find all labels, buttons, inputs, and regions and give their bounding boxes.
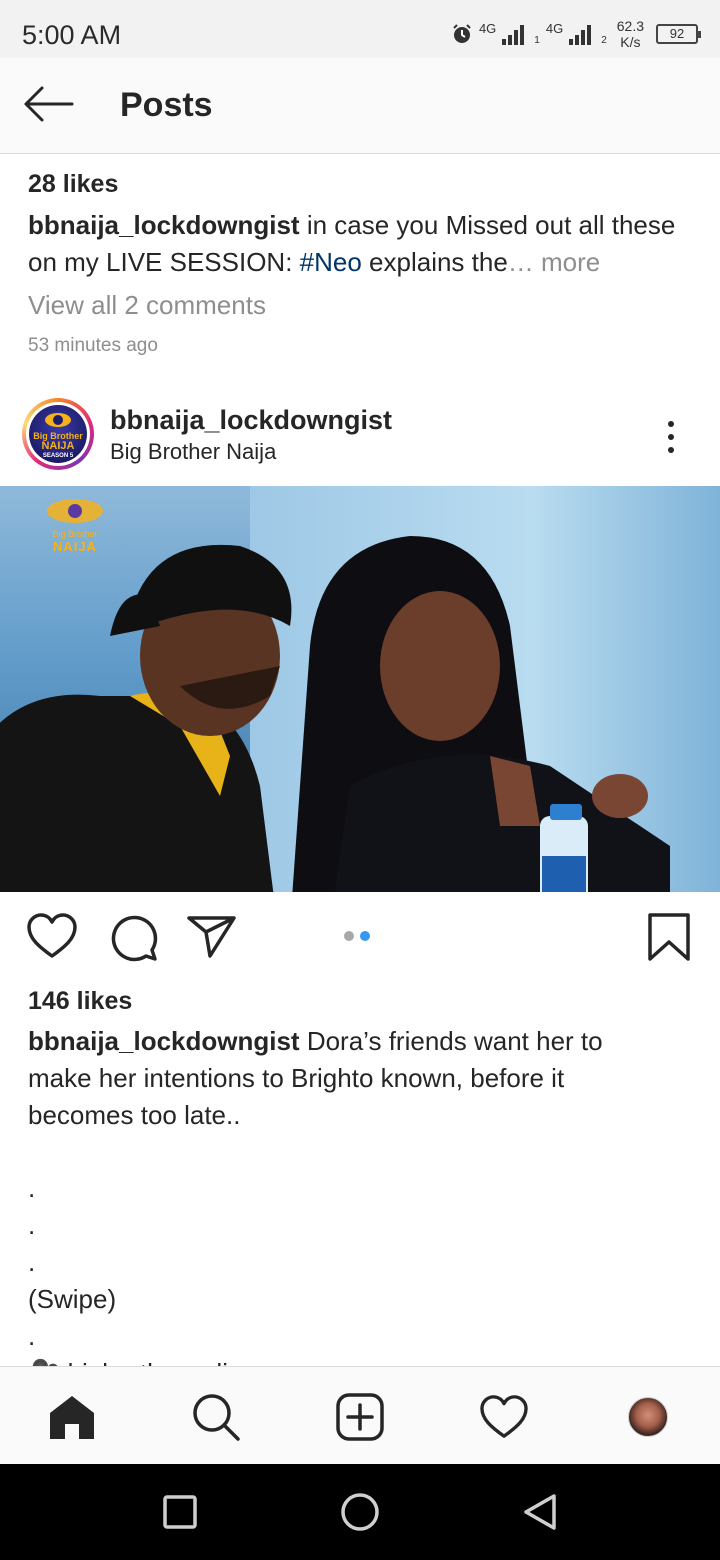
post-image[interactable]: Big Brother NAIJA xyxy=(0,486,720,892)
share-button[interactable] xyxy=(186,912,238,965)
nav-add-post[interactable] xyxy=(332,1389,388,1445)
caption-text: explains the xyxy=(361,247,508,277)
more-options-button[interactable] xyxy=(656,417,686,457)
carousel-indicator xyxy=(344,931,370,941)
more-vertical-icon xyxy=(668,434,674,440)
network-speed: 62.3 K/s xyxy=(617,18,644,50)
page-title: Posts xyxy=(120,86,213,124)
home-icon xyxy=(50,1396,94,1439)
square-icon xyxy=(163,1495,197,1529)
signal-icon xyxy=(569,25,592,45)
top-header: Posts xyxy=(0,58,720,154)
avatar-logo-text: Big Brother NAIJA SEASON 5 xyxy=(29,431,87,461)
network-speed-value: 62.3 xyxy=(616,18,644,34)
profile-avatar xyxy=(628,1397,668,1437)
photo-person-man xyxy=(0,544,292,892)
signal-icon xyxy=(502,25,525,45)
more-vertical-icon xyxy=(668,447,674,453)
eye-logo-icon xyxy=(45,413,71,427)
network-type-1: 4G xyxy=(478,20,497,36)
add-post-icon xyxy=(336,1393,384,1441)
post-caption: bbnaija_lockdowngist Dora’s friends want… xyxy=(28,1023,688,1134)
carousel-dot xyxy=(344,931,354,941)
nav-activity[interactable] xyxy=(476,1389,532,1445)
nav-home[interactable] xyxy=(44,1389,100,1445)
comment-icon xyxy=(111,915,158,962)
alarm-icon xyxy=(453,24,471,43)
send-icon xyxy=(187,916,236,958)
bottom-navigation xyxy=(0,1366,720,1464)
heart-icon xyxy=(27,913,77,958)
caption-more-link[interactable]: … more xyxy=(508,247,600,277)
avatar-image: Big Brother NAIJA SEASON 5 xyxy=(29,405,87,463)
caption-text: . xyxy=(28,1321,36,1351)
triangle-back-icon xyxy=(524,1494,556,1530)
home-system-button[interactable] xyxy=(338,1490,382,1534)
eye-logo-icon xyxy=(47,499,103,523)
avatar-logo-line: SEASON 5 xyxy=(42,453,74,459)
caption-text: . xyxy=(28,1247,36,1277)
like-button[interactable] xyxy=(26,912,78,965)
previous-post-caption: bbnaija_lockdowngist in case you Missed … xyxy=(28,207,698,281)
network-type-2: 4G xyxy=(545,20,564,36)
recent-apps-button[interactable] xyxy=(158,1490,202,1534)
heart-icon xyxy=(480,1395,528,1438)
caption-text: . xyxy=(28,1173,36,1203)
status-time: 5:00 AM xyxy=(22,20,122,50)
caption-text: (Swipe) xyxy=(28,1284,117,1314)
caption-text: make her intentions to Brighto known, be… xyxy=(28,1063,565,1093)
caption-text: Dora’s friends want her to xyxy=(299,1026,603,1056)
comment-button[interactable] xyxy=(108,912,158,967)
circle-icon xyxy=(341,1493,379,1531)
caption-continued: . . . (Swipe) . 🎥:bigbrotherradio xyxy=(28,1170,688,1392)
arrow-left-icon xyxy=(24,86,74,122)
post-actions xyxy=(0,900,720,972)
sim-1-label: 1 xyxy=(534,34,540,46)
nav-search[interactable] xyxy=(188,1389,244,1445)
sim-2-label: 2 xyxy=(601,34,607,46)
status-indicators: 4G 1 4G 2 62.3 K/s 92 xyxy=(451,14,701,54)
post-location[interactable]: Big Brother Naija xyxy=(110,439,276,465)
carousel-dot-active xyxy=(360,931,370,941)
caption-text: . xyxy=(28,1210,36,1240)
post-username[interactable]: bbnaija_lockdowngist xyxy=(110,405,392,436)
watermark-logo: Big Brother NAIJA xyxy=(40,496,110,556)
battery-indicator: 92 xyxy=(656,24,701,44)
post-timestamp: 53 minutes ago xyxy=(28,335,158,356)
watermark-text: NAIJA xyxy=(52,539,97,554)
watermark-text: Big Brother xyxy=(52,529,98,539)
search-icon xyxy=(193,1394,240,1441)
caption-username[interactable]: bbnaija_lockdowngist xyxy=(28,1026,300,1056)
post-likes[interactable]: 146 likes xyxy=(28,987,132,1016)
avatar-logo-line: NAIJA xyxy=(41,440,75,452)
caption-hashtag[interactable]: #Neo xyxy=(300,247,362,277)
network-speed-unit: K/s xyxy=(620,34,641,50)
post-header: Big Brother NAIJA SEASON 5 bbnaija_lockd… xyxy=(0,395,720,475)
back-system-button[interactable] xyxy=(518,1490,562,1534)
back-button[interactable] xyxy=(22,84,74,124)
caption-username[interactable]: bbnaija_lockdowngist xyxy=(28,210,300,240)
view-comments-link[interactable]: View all 2 comments xyxy=(28,290,266,321)
system-navigation-bar xyxy=(0,1464,720,1560)
save-button[interactable] xyxy=(646,912,692,967)
bookmark-icon xyxy=(648,913,690,961)
caption-text: becomes too late.. xyxy=(28,1100,241,1130)
photo-person-woman xyxy=(292,536,670,892)
status-bar: 5:00 AM 4G 1 4G 2 62.3 K/s 92 xyxy=(0,0,720,58)
nav-profile[interactable] xyxy=(620,1389,676,1445)
avatar[interactable]: Big Brother NAIJA SEASON 5 xyxy=(22,398,94,470)
more-vertical-icon xyxy=(668,421,674,427)
previous-post-likes[interactable]: 28 likes xyxy=(28,170,118,199)
